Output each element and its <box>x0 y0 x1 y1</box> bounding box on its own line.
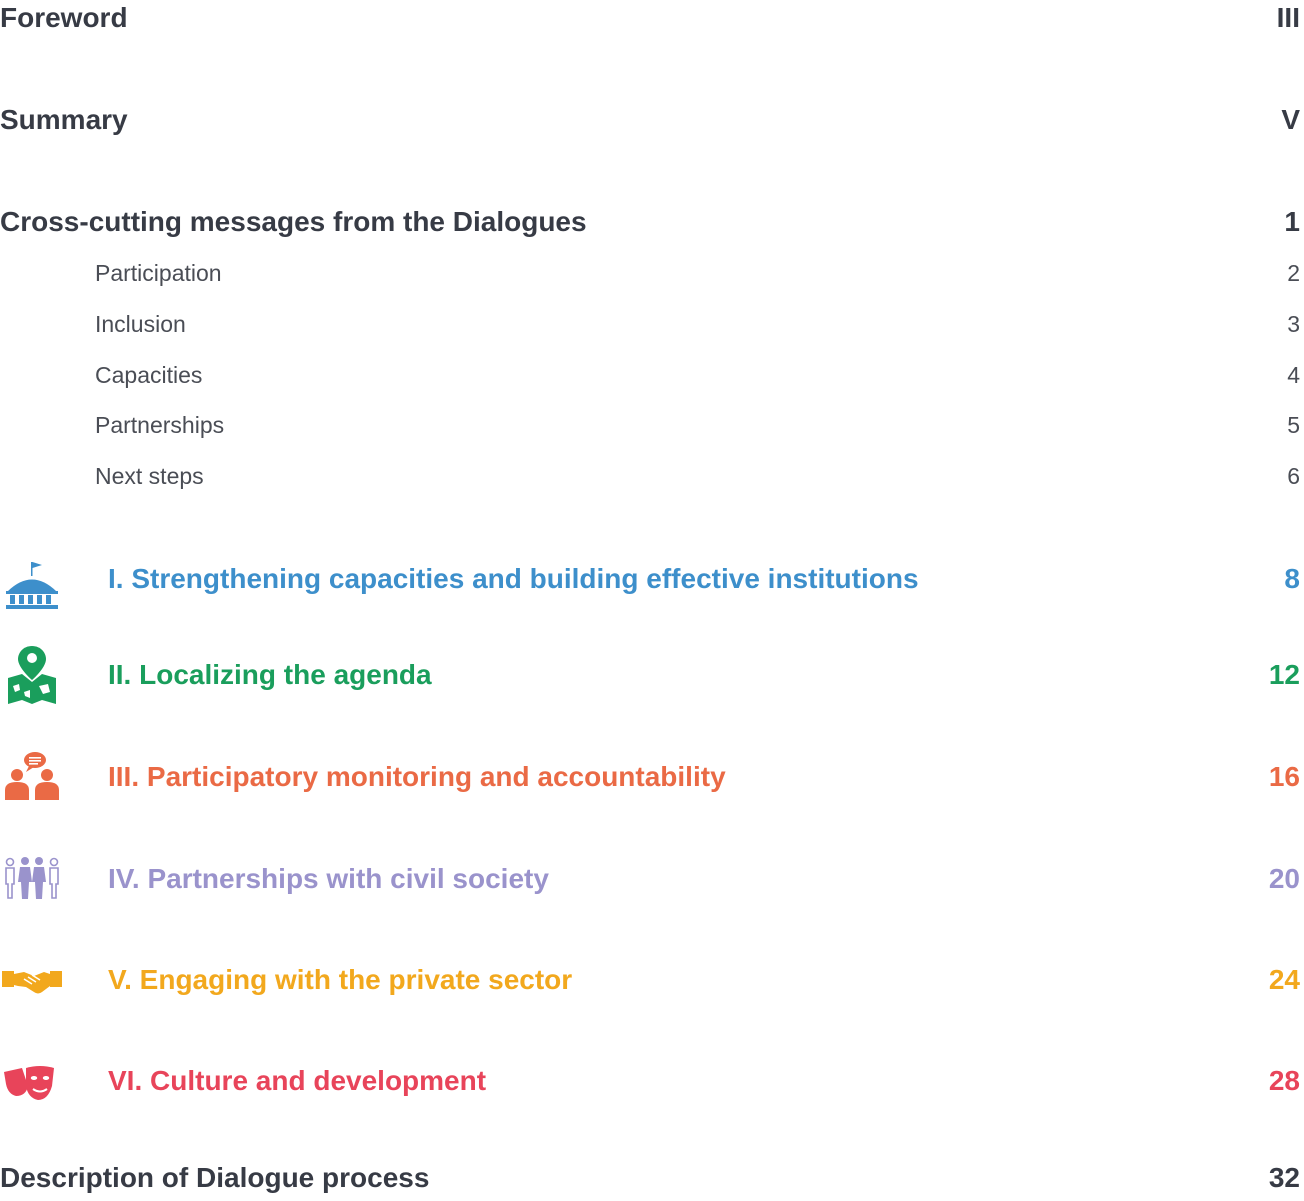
toc-page-number: 28 <box>1268 1065 1300 1096</box>
toc-title: Summary <box>0 104 128 135</box>
toc-subtitle: Inclusion <box>95 311 186 337</box>
map-pin-icon <box>8 646 56 704</box>
capitol-building-icon <box>6 562 58 609</box>
toc-title: III. Participatory monitoring and accoun… <box>108 761 726 792</box>
toc-chapter-4[interactable]: IV. Partnerships with civil society 20 <box>0 857 1304 912</box>
toc-subtitle: Capacities <box>95 362 203 388</box>
toc-subtitle: Next steps <box>95 463 204 489</box>
toc-chapter-1[interactable]: I. Strengthening capacities and building… <box>0 562 1304 612</box>
toc-chapter-3[interactable]: III. Participatory monitoring and accoun… <box>0 752 1304 810</box>
toc-page-number: 24 <box>1268 964 1300 995</box>
toc-title: V. Engaging with the private sector <box>108 964 573 995</box>
toc-page-number: 12 <box>1268 659 1300 690</box>
toc-entry-description[interactable]: Description of Dialogue process 32 <box>0 1162 1304 1200</box>
toc-page-number: 20 <box>1268 863 1300 894</box>
people-speech-icon <box>5 752 59 800</box>
toc-page-number: 16 <box>1268 761 1300 792</box>
toc-subentry[interactable]: Capacities 4 <box>0 362 1304 392</box>
theatre-masks-icon <box>4 1066 54 1100</box>
toc-title: II. Localizing the agenda <box>108 659 432 690</box>
toc-title: VI. Culture and development <box>108 1065 487 1096</box>
toc-title: Description of Dialogue process <box>0 1162 430 1193</box>
people-group-icon <box>5 857 59 899</box>
toc-chapter-5[interactable]: V. Engaging with the private sector 24 <box>0 963 1304 1013</box>
toc-subpage: 2 <box>1287 260 1300 286</box>
toc-subtitle: Partnerships <box>95 412 225 438</box>
toc-page-number: 1 <box>1284 206 1300 237</box>
toc-chapter-6[interactable]: VI. Culture and development 28 <box>0 1064 1304 1114</box>
toc-title: IV. Partnerships with civil society <box>108 863 549 894</box>
toc-title: Cross-cutting messages from the Dialogue… <box>0 206 587 237</box>
toc-subpage: 6 <box>1287 463 1300 489</box>
toc-subpage: 5 <box>1287 412 1300 438</box>
toc-subentry[interactable]: Participation 2 <box>0 260 1304 290</box>
toc-entry-foreword[interactable]: Foreword III <box>0 2 1304 42</box>
toc-subtitle: Participation <box>95 260 222 286</box>
toc-chapter-2[interactable]: II. Localizing the agenda 12 <box>0 646 1304 708</box>
toc-subpage: 4 <box>1287 362 1300 388</box>
toc-subentry[interactable]: Next steps 6 <box>0 463 1304 493</box>
toc-title: I. Strengthening capacities and building… <box>108 563 919 594</box>
toc-subentry[interactable]: Partnerships 5 <box>0 412 1304 442</box>
toc-entry-summary[interactable]: Summary V <box>0 104 1304 144</box>
toc-page-number: 32 <box>1268 1162 1300 1193</box>
toc-subpage: 3 <box>1287 311 1300 337</box>
toc-page-number: V <box>1281 104 1300 135</box>
handshake-icon <box>2 971 62 994</box>
toc-entry-cross-cutting[interactable]: Cross-cutting messages from the Dialogue… <box>0 206 1304 246</box>
toc-subentry[interactable]: Inclusion 3 <box>0 311 1304 341</box>
toc-page-number: 8 <box>1284 563 1300 594</box>
toc-title: Foreword <box>0 2 128 33</box>
toc-page-number: III <box>1276 2 1300 33</box>
